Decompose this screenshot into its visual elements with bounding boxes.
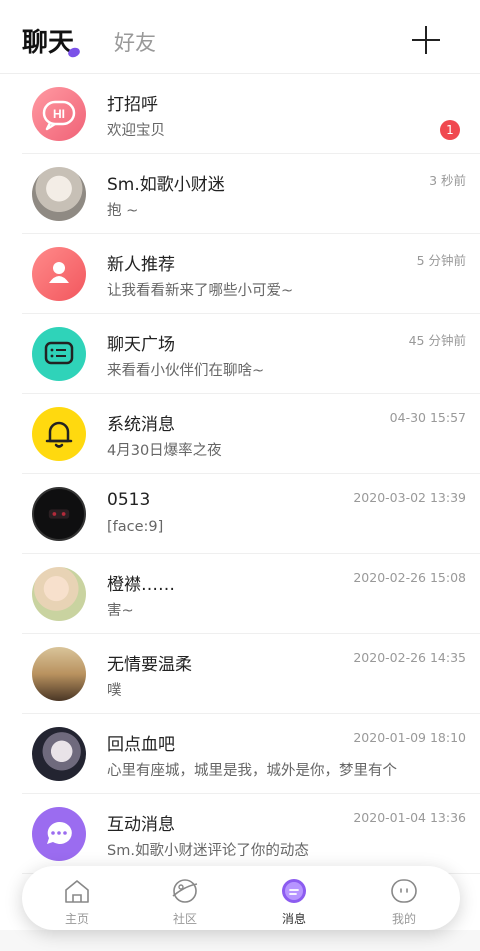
tab-friends[interactable]: 好友 xyxy=(114,27,156,57)
conversation-name: 橙襟…… xyxy=(107,575,175,595)
user-avatar xyxy=(32,727,86,781)
conversation-time: 2020-01-09 18:10 xyxy=(353,730,466,745)
conversation-name: 无情要温柔 xyxy=(107,655,192,675)
conversation-name: 新人推荐 xyxy=(107,255,175,275)
conversation-time: 2020-03-02 13:39 xyxy=(353,490,466,505)
conversation-time: 2020-01-04 13:36 xyxy=(353,810,466,825)
conversation-name: 系统消息 xyxy=(107,415,175,435)
speech-bubble-icon xyxy=(32,807,86,861)
conversation-row[interactable]: 0513 [face:9] 2020-03-02 13:39 xyxy=(0,474,480,554)
conversation-name: Sm.如歌小财迷 xyxy=(107,175,225,195)
conversation-message: Sm.如歌小财迷评论了你的动态 xyxy=(107,843,309,859)
nav-community[interactable]: 社区 xyxy=(135,866,235,930)
conversation-name: 0513 xyxy=(107,490,151,510)
conversation-name: 聊天广场 xyxy=(107,335,175,355)
add-icon[interactable] xyxy=(410,24,442,56)
conversation-message: 4月30日爆率之夜 xyxy=(107,443,222,459)
conversation-row[interactable]: 橙襟…… 害~ 2020-02-26 15:08 xyxy=(0,554,480,634)
conversation-time: 45 分钟前 xyxy=(408,333,466,348)
conversation-row[interactable]: 回点血吧 心里有座城，城里是我，城外是你，梦里有个 2020-01-09 18:… xyxy=(0,714,480,794)
conversation-time: 2020-02-26 15:08 xyxy=(353,570,466,585)
bottom-navigation: 主页 社区 消息 我的 xyxy=(22,866,460,930)
conversation-row[interactable]: 聊天广场 来看看小伙伴们在聊啥~ 45 分钟前 xyxy=(0,314,480,394)
planet-icon xyxy=(172,879,198,903)
unread-badge: 1 xyxy=(440,120,460,140)
scroll-underlay xyxy=(0,930,480,951)
bell-icon xyxy=(32,407,86,461)
chat-list-icon xyxy=(32,327,86,381)
conversation-message: 欢迎宝贝 xyxy=(107,123,165,139)
conversation-time: 2020-02-26 14:35 xyxy=(353,650,466,665)
user-avatar xyxy=(32,567,86,621)
hi-bubble-icon: HI xyxy=(32,87,86,141)
person-icon xyxy=(32,247,86,301)
conversation-time: 5 分钟前 xyxy=(416,253,466,268)
nav-messages[interactable]: 消息 xyxy=(244,866,344,930)
message-icon xyxy=(282,879,306,903)
nav-home-label: 主页 xyxy=(64,912,89,926)
conversation-row[interactable]: 系统消息 4月30日爆率之夜 04-30 15:57 xyxy=(0,394,480,474)
conversation-row[interactable]: 无情要温柔 噗 2020-02-26 14:35 xyxy=(0,634,480,714)
conversation-message: 心里有座城，城里是我，城外是你，梦里有个 xyxy=(107,763,397,779)
nav-community-label: 社区 xyxy=(172,912,197,926)
conversation-time: 3 秒前 xyxy=(429,173,466,188)
tab-chat-label: 聊天 xyxy=(22,28,75,58)
user-avatar xyxy=(32,647,86,701)
conversation-name: 互动消息 xyxy=(107,815,175,835)
conversation-message: 噗 xyxy=(107,683,122,699)
conversation-row[interactable]: 互动消息 Sm.如歌小财迷评论了你的动态 2020-01-04 13:36 xyxy=(0,794,480,874)
nav-home[interactable]: 主页 xyxy=(27,866,127,930)
nav-profile-label: 我的 xyxy=(391,912,416,926)
conversation-time: 04-30 15:57 xyxy=(389,410,466,425)
top-header: 聊天 好友 xyxy=(0,0,480,74)
conversation-row[interactable]: Sm.如歌小财迷 抱 ~ 3 秒前 xyxy=(0,154,480,234)
nav-profile[interactable]: 我的 xyxy=(354,866,454,930)
conversation-row[interactable]: HI 打招呼 欢迎宝贝 1 xyxy=(0,74,480,154)
conversation-message: 让我看看新来了哪些小可爱~ xyxy=(107,283,294,299)
conversation-row[interactable]: 新人推荐 让我看看新来了哪些小可爱~ 5 分钟前 xyxy=(0,234,480,314)
conversation-message: [face:9] xyxy=(107,519,164,535)
conversation-name: 回点血吧 xyxy=(107,735,175,755)
nav-messages-label: 消息 xyxy=(281,912,306,926)
tab-chat[interactable]: 聊天 xyxy=(22,22,82,59)
svg-text:HI: HI xyxy=(53,107,65,121)
user-avatar xyxy=(32,167,86,221)
conversation-name: 打招呼 xyxy=(107,95,158,115)
home-icon xyxy=(65,880,89,903)
conversation-message: 害~ xyxy=(107,603,134,619)
profile-icon xyxy=(391,879,417,903)
user-avatar xyxy=(32,487,86,541)
conversation-message: 抱 ~ xyxy=(107,203,139,219)
conversation-list: HI 打招呼 欢迎宝贝 1 Sm.如歌小财迷 抱 ~ 3 秒前 新人推荐 让我看… xyxy=(0,74,480,874)
conversation-message: 来看看小伙伴们在聊啥~ xyxy=(107,363,265,379)
